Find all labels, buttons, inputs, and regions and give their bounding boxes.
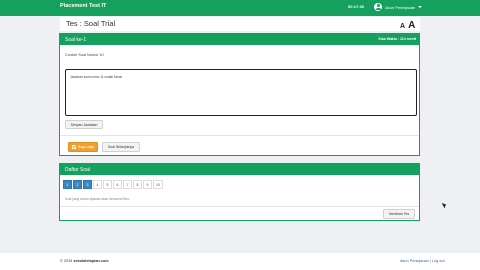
question-number-button[interactable]: 8	[133, 180, 142, 189]
time-remaining: Sisa Waktu : 114 menit	[378, 37, 416, 41]
doubt-button[interactable]: Ragu-ragu	[68, 142, 98, 152]
question-number-button[interactable]: 5	[103, 180, 112, 189]
answer-value: Jawaban soal nomor 11 sudah benar	[70, 75, 123, 79]
next-question-button[interactable]: Soal Selanjutnya	[102, 142, 140, 152]
doubt-button-label: Ragu-ragu	[77, 145, 95, 149]
footer-links: Akun Peninjauan | Log out	[400, 259, 445, 263]
page-title-bar: Tes : Soal Trial	[60, 17, 420, 31]
question-number: Soal ke-1	[65, 36, 87, 43]
font-increase-button[interactable]: A	[408, 20, 415, 31]
question-panel-header: Soal ke-1 Sisa Waktu : 114 menit	[60, 34, 419, 45]
top-navbar: Placement Test IT 00:17:30 Akun Peninjau…	[0, 0, 480, 16]
question-list-panel: Daftar Soal 1 2 3 4 5 6 7 8 9 10 Soal ya…	[59, 163, 420, 221]
question-number-list: 1 2 3 4 5 6 7 8 9 10	[63, 180, 163, 189]
copyright: © 2019 sekolahimplan.com	[60, 259, 109, 263]
save-answer-button[interactable]: Simpan Jawaban	[65, 120, 103, 129]
footer: © 2019 sekolahimplan.com Akun Peninjauan…	[0, 253, 480, 270]
question-number-button[interactable]: 3	[83, 180, 92, 189]
question-number-button[interactable]: 6	[113, 180, 122, 189]
copyright-site: sekolahimplan.com	[73, 259, 109, 263]
mouse-cursor-icon	[441, 201, 448, 209]
user-menu[interactable]: Akun Peninjauan	[374, 3, 423, 11]
question-number-button[interactable]: 9	[143, 180, 152, 189]
question-list-title: Daftar Soal	[65, 166, 91, 173]
question-number-button[interactable]: 7	[123, 180, 132, 189]
checkbox-icon	[71, 145, 76, 149]
clock-display: 00:17:30	[348, 4, 365, 9]
question-text: Contoh Soal Nomor 10	[65, 53, 104, 57]
answer-textarea[interactable]: Jawaban soal nomor 11 sudah benar	[65, 69, 417, 116]
question-panel: Soal ke-1 Sisa Waktu : 114 menit Contoh …	[59, 33, 420, 156]
question-number-button[interactable]: 4	[93, 180, 102, 189]
font-decrease-button[interactable]: A	[400, 23, 405, 30]
user-account-link[interactable]: Akun Peninjauan	[400, 259, 429, 263]
question-number-button[interactable]: 2	[73, 180, 82, 189]
finish-test-button[interactable]: Hentikan Tes	[383, 209, 415, 219]
user-name: Akun Peninjauan	[385, 4, 416, 10]
copyright-prefix: © 2019	[60, 259, 73, 263]
app-brand[interactable]: Placement Test IT	[60, 3, 106, 9]
font-size-tools: A A	[400, 20, 415, 31]
page-title: Tes : Soal Trial	[66, 19, 116, 28]
panel-divider	[60, 135, 419, 136]
logout-link[interactable]: Log out	[432, 259, 445, 263]
question-number-button[interactable]: 10	[153, 180, 163, 189]
question-list-header: Daftar Soal	[60, 164, 419, 175]
user-avatar-icon	[374, 3, 382, 11]
question-number-button[interactable]: 1	[63, 180, 72, 189]
panel-divider	[60, 206, 419, 207]
caret-down-icon	[418, 6, 423, 8]
link-separator: |	[429, 259, 431, 263]
answered-legend: Soal yang sudah dijawab akan berwarna Bi…	[65, 197, 130, 201]
